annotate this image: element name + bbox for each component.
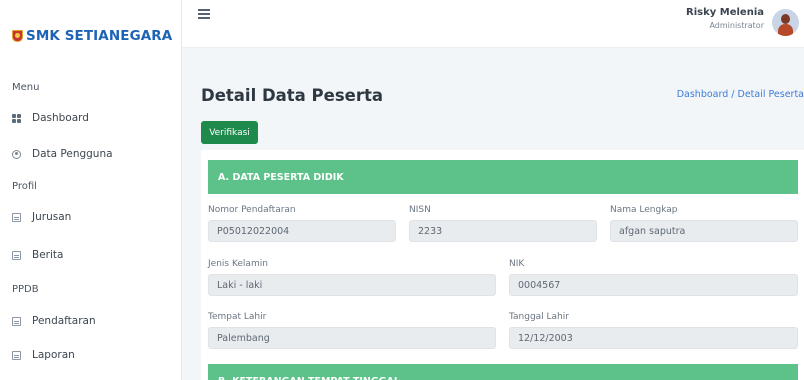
nama-lengkap-field[interactable]: afgan saputra (610, 220, 798, 242)
field-label-nik: NIK (509, 259, 525, 269)
avatar[interactable] (772, 9, 799, 36)
jenis-kelamin-field[interactable]: Laki - laki (208, 274, 496, 296)
school-logo-icon (12, 30, 23, 42)
dashboard-grid-icon (12, 113, 21, 123)
sidebar-item-label: Data Pengguna (32, 148, 113, 160)
sidebar-item-laporan[interactable]: Laporan (12, 349, 75, 361)
document-icon (12, 350, 21, 360)
nomor-pendaftaran-field[interactable]: P05012022004 (208, 220, 396, 242)
sidebar-item-pendaftaran[interactable]: Pendaftaran (12, 315, 96, 327)
sidebar-heading-ppdb: PPDB (12, 284, 39, 295)
page-title: Detail Data Peserta (201, 86, 384, 105)
field-label-nama-lengkap: Nama Lengkap (610, 205, 678, 215)
sidebar-item-label: Pendaftaran (32, 315, 96, 327)
user-circle-icon (12, 149, 21, 159)
brand[interactable]: SMK SETIANEGARA (12, 28, 172, 44)
section-a-header: A. DATA PESERTA DIDIK (208, 160, 798, 194)
sidebar-item-label: Dashboard (32, 112, 89, 124)
sidebar: SMK SETIANEGARA Menu Dashboard Data Peng… (0, 0, 182, 380)
nisn-field[interactable]: 2233 (409, 220, 597, 242)
field-label-nisn: NISN (409, 205, 431, 215)
sidebar-item-berita[interactable]: Berita (12, 249, 63, 261)
sidebar-item-dashboard[interactable]: Dashboard (12, 112, 89, 124)
section-b-header: B. KETERANGAN TEMPAT TINGGAL (208, 364, 798, 380)
user-name[interactable]: Risky Melenia (686, 7, 764, 18)
document-icon (12, 250, 21, 260)
verify-button[interactable]: Verifikasi (201, 121, 258, 144)
field-label-jenis-kelamin: Jenis Kelamin (208, 259, 268, 269)
document-icon (12, 212, 21, 222)
user-role: Administrator (709, 21, 764, 30)
sidebar-heading-profil: Profil (12, 181, 37, 192)
sidebar-heading-menu: Menu (12, 82, 40, 93)
sidebar-item-jurusan[interactable]: Jurusan (12, 211, 71, 223)
sidebar-item-label: Laporan (32, 349, 75, 361)
tempat-lahir-field[interactable]: Palembang (208, 327, 496, 349)
field-label-tanggal-lahir: Tanggal Lahir (509, 312, 569, 322)
breadcrumb[interactable]: Dashboard / Detail Peserta (677, 89, 804, 100)
sidebar-item-label: Jurusan (32, 211, 72, 223)
tanggal-lahir-field[interactable]: 12/12/2003 (509, 327, 798, 349)
nik-field[interactable]: 0004567 (509, 274, 798, 296)
sidebar-item-label: Berita (32, 249, 64, 261)
menu-toggle-icon[interactable] (198, 9, 210, 19)
detail-card: A. DATA PESERTA DIDIK Nomor Pendaftaran … (201, 150, 804, 380)
field-label-nomor-pendaftaran: Nomor Pendaftaran (208, 205, 296, 215)
topbar: Risky Melenia Administrator (182, 0, 804, 48)
brand-name: SMK SETIANEGARA (26, 28, 173, 44)
sidebar-item-data-pengguna[interactable]: Data Pengguna (12, 148, 113, 160)
field-label-tempat-lahir: Tempat Lahir (208, 312, 267, 322)
document-icon (12, 316, 21, 326)
